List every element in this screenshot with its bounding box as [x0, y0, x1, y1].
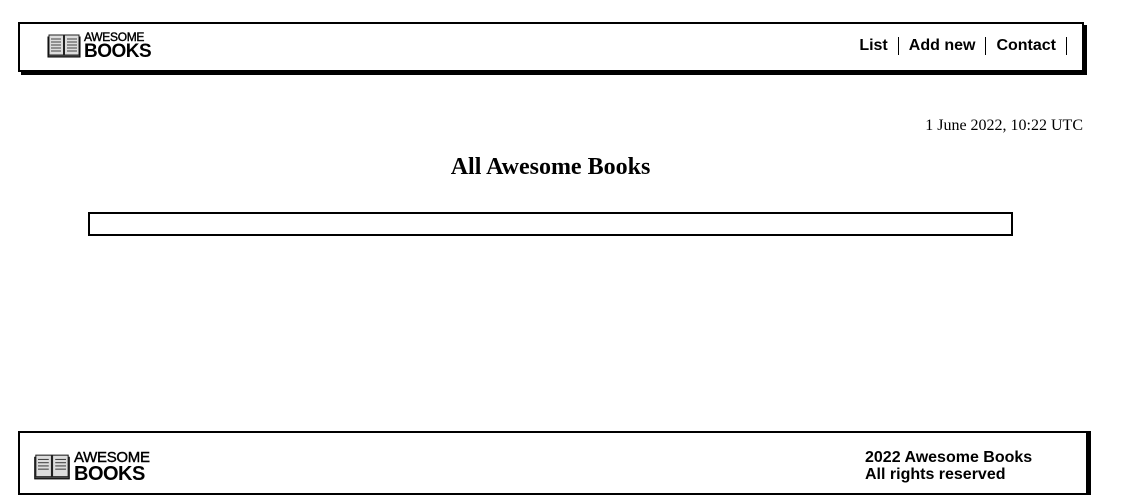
- copyright-text: 2022 Awesome Books All rights reserved: [865, 449, 1032, 483]
- current-date-time: 1 June 2022, 10:22 UTC: [925, 117, 1083, 134]
- logo-line2: BOOKS: [84, 41, 152, 62]
- nav-link-list[interactable]: List: [849, 37, 899, 55]
- page-title: All Awesome Books: [450, 154, 651, 180]
- copyright-line2: All rights reserved: [865, 466, 1006, 483]
- footer-logo-text: AWESOME BOOKS: [74, 450, 150, 484]
- book-list: [88, 212, 1013, 236]
- site-header: AWESOME BOOKS List Add new Contact: [18, 22, 1084, 72]
- footer-logo[interactable]: AWESOME BOOKS: [33, 450, 150, 484]
- nav-link-contact[interactable]: Contact: [986, 37, 1067, 55]
- logo-text: AWESOME BOOKS: [84, 31, 152, 62]
- open-book-icon: [34, 454, 70, 480]
- footer-logo-line2: BOOKS: [74, 463, 145, 485]
- header-logo[interactable]: AWESOME BOOKS: [47, 31, 152, 62]
- site-footer: AWESOME BOOKS 2022 Awesome Books All rig…: [18, 431, 1088, 495]
- open-book-icon: [47, 34, 81, 58]
- nav-link-add-new[interactable]: Add new: [899, 37, 987, 55]
- copyright-line1: 2022 Awesome Books: [865, 449, 1033, 466]
- main-nav: List Add new Contact: [849, 37, 1067, 55]
